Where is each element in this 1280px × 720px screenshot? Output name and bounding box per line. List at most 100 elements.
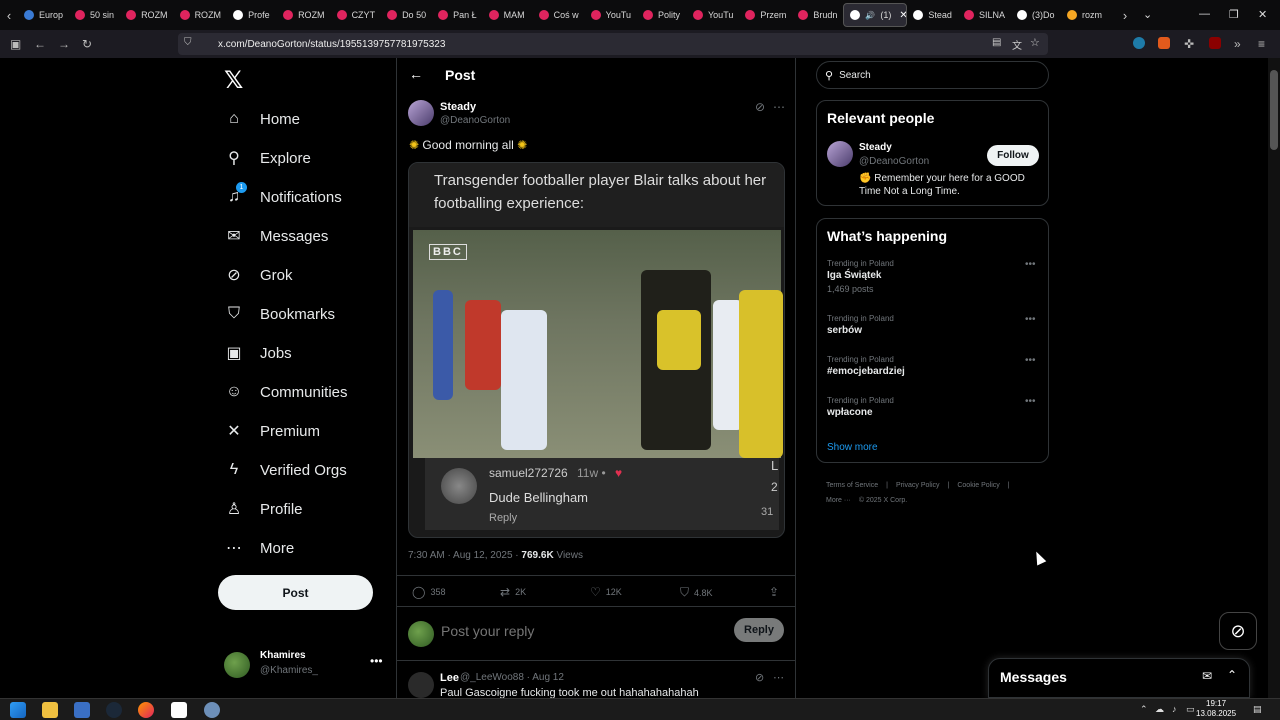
footer-link[interactable]: Terms of Service: [826, 482, 878, 489]
sidebar-toggle-icon[interactable]: ▣: [10, 37, 21, 51]
extension-fox-icon[interactable]: [1158, 37, 1170, 49]
browser-tab[interactable]: 🔊 (1) ✕: [843, 3, 908, 27]
trend-item[interactable]: Trending in Poland #emocjebardziej •••: [827, 355, 1042, 377]
browser-tab[interactable]: Brudn: [792, 3, 843, 27]
browser-tab[interactable]: YouTu: [585, 3, 637, 27]
bookmark-star-icon[interactable]: ☆: [1030, 36, 1040, 49]
start-icon[interactable]: [10, 702, 26, 718]
nav-item-verified-orgs[interactable]: ϟ Verified Orgs: [224, 455, 347, 485]
browser-tab[interactable]: YouTu: [687, 3, 739, 27]
tab-scroll-left-icon[interactable]: ‹: [0, 8, 18, 23]
nav-item-profile[interactable]: ♙ Profile: [224, 494, 303, 524]
back-arrow-icon[interactable]: ←: [409, 66, 423, 82]
more-dots-icon[interactable]: •••: [370, 654, 383, 668]
nav-item-jobs[interactable]: ▣ Jobs: [224, 338, 291, 368]
scrollbar-thumb[interactable]: [1270, 70, 1278, 150]
back-icon[interactable]: ←: [34, 37, 46, 51]
repost-action[interactable]: ⇄ 2K: [500, 585, 526, 599]
nav-item-premium[interactable]: ✕ Premium: [224, 416, 320, 446]
taskbar-app-icon[interactable]: [171, 702, 187, 718]
tab-list-icon[interactable]: ⌄: [1143, 8, 1152, 21]
x-logo-icon[interactable]: 𝕏: [224, 66, 243, 95]
browser-tab[interactable]: ROZM: [174, 3, 228, 27]
browser-tab[interactable]: SILNA: [958, 3, 1011, 27]
shield-icon[interactable]: ⛉: [184, 37, 192, 48]
minimize-icon[interactable]: —: [1199, 8, 1210, 20]
author-avatar[interactable]: [408, 100, 434, 126]
nav-item-grok[interactable]: ⊘ Grok: [224, 260, 292, 290]
address-bar[interactable]: ⛉ x.com/DeanoGorton/status/1955139757781…: [178, 33, 1048, 55]
reader-view-icon[interactable]: ▤: [992, 37, 1001, 48]
account-switcher[interactable]: Khamires @Khamires_ •••: [224, 646, 384, 686]
taskbar-app-icon[interactable]: [204, 702, 220, 718]
browser-tab[interactable]: rozm: [1061, 3, 1111, 27]
post-more-icon[interactable]: ⋯: [773, 671, 784, 684]
grok-explain-icon[interactable]: ⊘: [755, 671, 764, 684]
tab-audio-icon[interactable]: 🔊: [865, 11, 875, 20]
post-video[interactable]: Transgender footballer player Blair talk…: [408, 162, 785, 538]
extension-vpn-icon[interactable]: [1133, 37, 1145, 49]
person-handle[interactable]: @DeanoGorton: [859, 156, 929, 167]
footer-link[interactable]: Cookie Policy: [957, 482, 999, 489]
notification-center-icon[interactable]: ▤: [1253, 704, 1262, 715]
overflow-menu-icon[interactable]: »: [1234, 37, 1241, 51]
file-explorer-icon[interactable]: [42, 702, 58, 718]
trend-item[interactable]: Trending in Poland Iga Świątek 1,469 posts…: [827, 259, 1042, 294]
trend-more-icon[interactable]: •••: [1025, 259, 1036, 270]
forward-icon[interactable]: →: [58, 37, 70, 51]
browser-tab[interactable]: Europ: [18, 3, 69, 27]
new-message-icon[interactable]: ✉: [1202, 669, 1212, 683]
nav-item-bookmarks[interactable]: ⛉ Bookmarks: [224, 299, 335, 329]
reply-button[interactable]: Reply: [734, 618, 784, 642]
microphone-icon[interactable]: ♪: [1172, 704, 1177, 714]
nav-item-explore[interactable]: ⚲ Explore: [224, 143, 311, 173]
trend-item[interactable]: Trending in Poland wpłacone •••: [827, 396, 1042, 418]
browser-tab[interactable]: (3)Do: [1011, 3, 1061, 27]
extension-ublock-icon[interactable]: [1209, 37, 1221, 49]
browser-tab[interactable]: Profe: [227, 3, 277, 27]
translate-icon[interactable]: 文: [1012, 37, 1022, 52]
close-window-icon[interactable]: ✕: [1258, 8, 1267, 21]
nav-item-home[interactable]: ⌂ Home: [224, 104, 300, 134]
network-icon[interactable]: ▭: [1186, 704, 1195, 715]
bookmark-action[interactable]: ⛉ 4.8K: [680, 585, 713, 600]
browser-tab[interactable]: Pan Ł: [432, 3, 483, 27]
post-more-icon[interactable]: ⋯: [773, 100, 785, 114]
follow-button[interactable]: Follow: [987, 145, 1039, 166]
nav-item-messages[interactable]: ✉ Messages: [224, 221, 328, 251]
grok-floating-button[interactable]: ⊘: [1219, 612, 1257, 650]
trend-item[interactable]: Trending in Poland serbów •••: [827, 314, 1042, 336]
page-scrollbar[interactable]: [1268, 58, 1280, 698]
person-avatar[interactable]: [827, 141, 853, 167]
search-bar[interactable]: ⚲: [816, 61, 1049, 89]
post-date[interactable]: 7:30 AM · Aug 12, 2025 ·: [408, 550, 521, 561]
browser-tab[interactable]: CZYT: [331, 3, 382, 27]
search-input[interactable]: [839, 69, 1020, 81]
footer-link[interactable]: More ···: [826, 497, 851, 504]
browser-tab[interactable]: ROZM: [120, 3, 174, 27]
firefox-icon[interactable]: [138, 702, 154, 718]
browser-tab[interactable]: 50 sin: [69, 3, 120, 27]
person-name[interactable]: Steady: [859, 142, 892, 153]
browser-tab[interactable]: Polity: [637, 3, 687, 27]
browser-tab[interactable]: ROZM: [277, 3, 331, 27]
show-more-link[interactable]: Show more: [827, 442, 878, 453]
trend-more-icon[interactable]: •••: [1025, 355, 1036, 366]
author-name[interactable]: Steady: [440, 101, 476, 113]
browser-tab[interactable]: Stead: [907, 3, 958, 27]
grok-explain-icon[interactable]: ⊘: [755, 100, 765, 114]
messages-drawer[interactable]: Messages ✉ ⌃: [988, 658, 1250, 698]
onedrive-icon[interactable]: ☁: [1155, 704, 1164, 715]
browser-tab[interactable]: Coś w: [533, 3, 585, 27]
steam-icon[interactable]: [106, 702, 122, 718]
nav-item-communities[interactable]: ☺ Communities: [224, 377, 348, 407]
system-clock[interactable]: 19:17 13.08.2025: [1196, 699, 1236, 719]
nav-item-notifications[interactable]: ♫ 1 Notifications: [224, 182, 342, 212]
browser-tab[interactable]: MAM: [483, 3, 533, 27]
nav-item-more[interactable]: ⋯ More: [224, 533, 294, 563]
chevron-up-icon[interactable]: ⌃: [1227, 668, 1237, 682]
footer-link[interactable]: Privacy Policy: [896, 482, 940, 489]
taskbar-app-icon[interactable]: [74, 702, 90, 718]
hamburger-menu-icon[interactable]: ≡: [1258, 37, 1265, 51]
reply-input[interactable]: [441, 623, 721, 639]
